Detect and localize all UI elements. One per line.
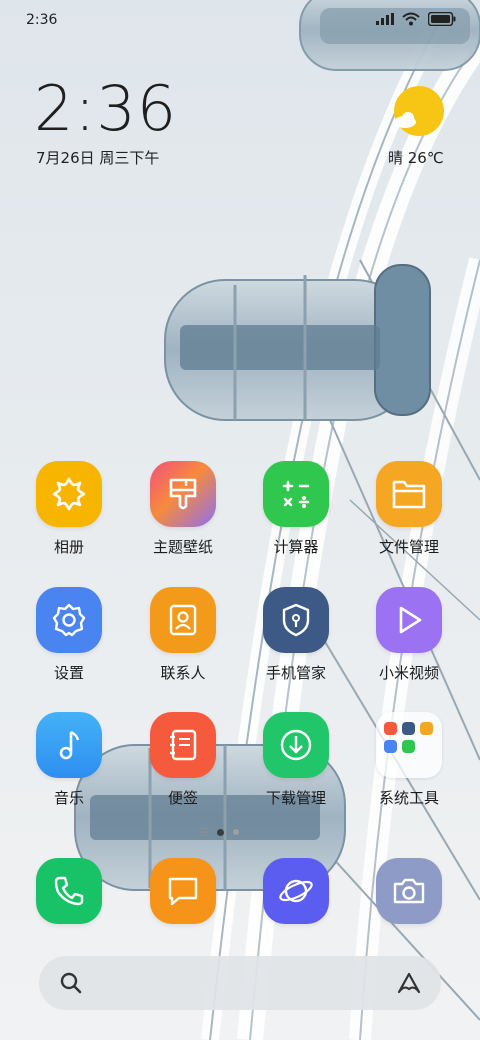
video-play-icon[interactable] bbox=[376, 587, 442, 653]
folder-icon[interactable] bbox=[376, 461, 442, 527]
folder-system-tools-icon[interactable] bbox=[376, 712, 442, 778]
app-label: 便签 bbox=[167, 789, 198, 807]
app-downloads[interactable]: 下载管理 bbox=[241, 712, 351, 808]
camera-icon[interactable] bbox=[376, 858, 442, 924]
app-label: 计算器 bbox=[273, 538, 319, 556]
app-gallery[interactable]: 相册 bbox=[14, 461, 124, 557]
security-shield-icon[interactable] bbox=[263, 587, 329, 653]
calculator-icon[interactable] bbox=[263, 461, 329, 527]
app-label: 联系人 bbox=[160, 664, 206, 682]
clock-time[interactable]: 2:36 bbox=[34, 78, 177, 140]
status-time: 2:36 bbox=[26, 12, 58, 28]
download-icon[interactable] bbox=[263, 712, 329, 778]
page-indicator[interactable] bbox=[200, 828, 239, 836]
weather-text: 晴 26℃ bbox=[388, 149, 444, 167]
assistant-icon[interactable] bbox=[395, 971, 423, 995]
contacts-icon[interactable] bbox=[150, 587, 216, 653]
battery-icon bbox=[428, 12, 456, 26]
app-settings[interactable]: 设置 bbox=[14, 587, 124, 683]
mini-app-icon bbox=[402, 740, 415, 753]
status-icons bbox=[376, 12, 456, 26]
app-calculator[interactable]: 计算器 bbox=[241, 461, 351, 557]
app-label: 下载管理 bbox=[265, 789, 326, 807]
browser-planet-icon[interactable] bbox=[263, 858, 329, 924]
app-label: 小米视频 bbox=[378, 664, 439, 682]
sunny-cloud-icon[interactable] bbox=[392, 85, 444, 137]
app-music[interactable]: 音乐 bbox=[14, 712, 124, 808]
folder-system-tools[interactable]: 系统工具 bbox=[354, 712, 464, 808]
signal-icon bbox=[376, 13, 394, 25]
app-notes[interactable]: 便签 bbox=[128, 712, 238, 808]
mini-app-icon bbox=[384, 740, 397, 753]
search-icon[interactable] bbox=[59, 971, 83, 995]
phone-icon[interactable] bbox=[36, 858, 102, 924]
app-security[interactable]: 手机管家 bbox=[241, 587, 351, 683]
app-contacts[interactable]: 联系人 bbox=[128, 587, 238, 683]
mini-app-icon bbox=[420, 722, 433, 735]
mini-app-icon bbox=[384, 722, 397, 735]
theme-brush-icon[interactable] bbox=[150, 461, 216, 527]
dock-camera[interactable] bbox=[354, 858, 464, 924]
app-label: 手机管家 bbox=[265, 664, 326, 682]
app-label: 文件管理 bbox=[378, 538, 439, 556]
app-label: 设置 bbox=[53, 664, 84, 682]
status-bar: 2:36 bbox=[0, 0, 480, 40]
settings-gear-icon[interactable] bbox=[36, 587, 102, 653]
dock-phone[interactable] bbox=[14, 858, 124, 924]
page-dot-active bbox=[217, 828, 224, 836]
app-label: 主题壁纸 bbox=[152, 538, 213, 556]
notes-icon[interactable] bbox=[150, 712, 216, 778]
music-note-icon[interactable] bbox=[36, 712, 102, 778]
app-label: 相册 bbox=[53, 538, 84, 556]
message-icon[interactable] bbox=[150, 858, 216, 924]
wifi-icon bbox=[402, 12, 420, 26]
gallery-icon[interactable] bbox=[36, 461, 102, 527]
app-file-manager[interactable]: 文件管理 bbox=[354, 461, 464, 557]
page-menu-icon bbox=[200, 828, 208, 836]
app-themes[interactable]: 主题壁纸 bbox=[128, 461, 238, 557]
app-label: 音乐 bbox=[53, 789, 84, 807]
dock-messages[interactable] bbox=[128, 858, 238, 924]
mini-app-icon bbox=[402, 722, 415, 735]
clock-date: 7月26日 周三下午 bbox=[36, 149, 160, 167]
dock-browser[interactable] bbox=[241, 858, 351, 924]
page-dot bbox=[233, 829, 239, 835]
search-bar[interactable] bbox=[39, 956, 441, 1010]
app-mi-video[interactable]: 小米视频 bbox=[354, 587, 464, 683]
app-label: 系统工具 bbox=[378, 789, 439, 807]
